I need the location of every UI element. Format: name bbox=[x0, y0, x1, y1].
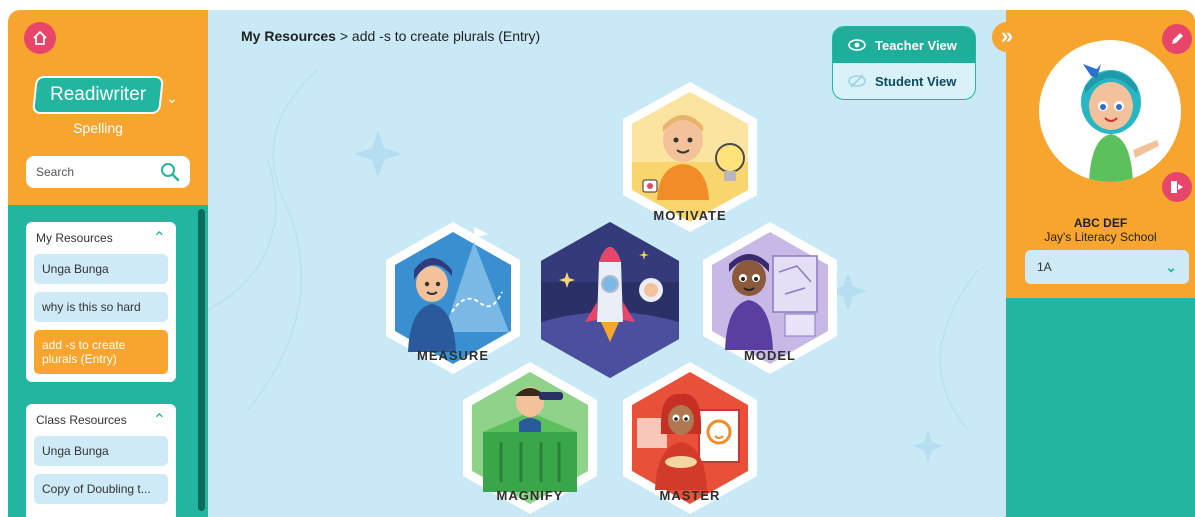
class-resources-group: Class Resources ⌃ Unga Bunga Copy of Dou… bbox=[26, 404, 176, 517]
eye-off-icon bbox=[847, 74, 867, 88]
sidebar-scrollbar[interactable] bbox=[198, 205, 206, 517]
product-subtitle: Spelling bbox=[73, 120, 123, 136]
view-toggle: Teacher View Student View bbox=[832, 26, 976, 100]
rocket-center-tile[interactable] bbox=[539, 222, 681, 378]
search-box[interactable] bbox=[26, 156, 190, 188]
collapse-right-button[interactable]: » bbox=[992, 22, 1022, 52]
search-input[interactable] bbox=[36, 165, 156, 179]
magnify-label: MAGNIFY bbox=[496, 488, 564, 503]
logo-text: Readiwriter bbox=[49, 84, 147, 105]
my-resources-header[interactable]: My Resources ⌃ bbox=[26, 222, 176, 254]
app-frame: Readiwriter ⌄ Spelling My Resources ⌃ Un… bbox=[8, 10, 1195, 517]
avatar-illustration bbox=[1081, 64, 1159, 182]
class-resource-item-unga-bunga[interactable]: Unga Bunga bbox=[34, 436, 168, 466]
school-name: Jay's Literacy School bbox=[1044, 230, 1157, 244]
main-canvas: My Resources > add -s to create plurals … bbox=[208, 10, 1006, 517]
product-switcher-chevron-icon[interactable]: ⌄ bbox=[166, 90, 178, 107]
breadcrumb: My Resources > add -s to create plurals … bbox=[241, 28, 540, 44]
pencil-icon bbox=[1172, 33, 1183, 44]
model-tile[interactable]: MODEL bbox=[701, 222, 839, 374]
home-icon bbox=[33, 31, 47, 45]
logout-icon bbox=[1171, 181, 1183, 193]
master-tile[interactable]: MASTER bbox=[621, 362, 759, 514]
motivate-tile[interactable]: MOTIVATE bbox=[621, 82, 759, 232]
group-title: Class Resources bbox=[36, 413, 127, 427]
left-sidebar: Readiwriter ⌄ Spelling My Resources ⌃ Un… bbox=[8, 10, 208, 517]
breadcrumb-root-link[interactable]: My Resources bbox=[241, 28, 336, 44]
collapse-up-icon[interactable]: ⌃ bbox=[153, 228, 166, 248]
resource-item-add-s-plurals[interactable]: add -s to create plurals (Entry) bbox=[34, 330, 168, 374]
logout-button[interactable] bbox=[1162, 172, 1192, 202]
rocket-illustration bbox=[541, 222, 679, 378]
my-resources-group: My Resources ⌃ Unga Bunga why is this so… bbox=[26, 222, 176, 382]
master-label: MASTER bbox=[659, 488, 721, 503]
class-select-value: 1A bbox=[1037, 260, 1052, 274]
breadcrumb-separator: > bbox=[339, 28, 349, 44]
user-name: ABC DEF bbox=[1073, 216, 1128, 230]
right-profile-panel: » ABC DEF Jay's Literacy School 1A ⌄ bbox=[992, 10, 1195, 517]
eye-icon bbox=[847, 39, 867, 51]
measure-label: MEASURE bbox=[416, 348, 489, 363]
class-resources-header[interactable]: Class Resources ⌃ bbox=[26, 404, 176, 436]
home-button[interactable] bbox=[24, 22, 56, 54]
resource-item-unga-bunga[interactable]: Unga Bunga bbox=[34, 254, 168, 284]
magnify-tile[interactable]: MAGNIFY bbox=[461, 362, 599, 514]
motivate-label: MOTIVATE bbox=[653, 208, 727, 223]
measure-tile[interactable]: MEASURE bbox=[384, 222, 522, 374]
group-title: My Resources bbox=[36, 231, 113, 245]
student-view-label: Student View bbox=[875, 73, 957, 89]
edit-profile-button[interactable] bbox=[1162, 24, 1192, 54]
student-view-option[interactable]: Student View bbox=[833, 63, 975, 99]
search-icon[interactable] bbox=[160, 162, 180, 182]
teacher-view-option[interactable]: Teacher View bbox=[833, 27, 975, 63]
class-resource-item-copy-of-doubling[interactable]: Copy of Doubling t... bbox=[34, 474, 168, 504]
breadcrumb-current: add -s to create plurals (Entry) bbox=[351, 28, 541, 44]
scrollbar-thumb[interactable] bbox=[198, 209, 205, 511]
collapse-up-icon[interactable]: ⌃ bbox=[153, 410, 166, 430]
avatar bbox=[1039, 40, 1181, 182]
resource-item-why-is-this-so-hard[interactable]: why is this so hard bbox=[34, 292, 168, 322]
teacher-view-label: Teacher View bbox=[875, 37, 957, 53]
class-select[interactable]: 1A ⌄ bbox=[1025, 250, 1189, 284]
app-logo[interactable]: Readiwriter bbox=[32, 76, 164, 114]
chevron-down-icon: ⌄ bbox=[1165, 258, 1177, 275]
model-label: MODEL bbox=[744, 348, 796, 363]
